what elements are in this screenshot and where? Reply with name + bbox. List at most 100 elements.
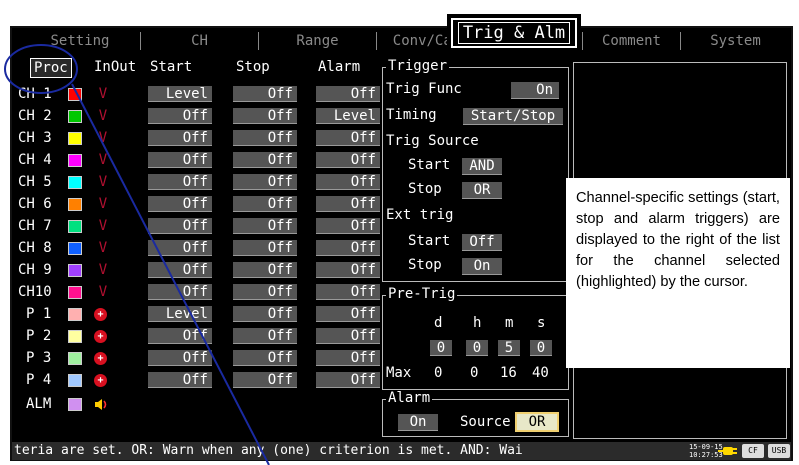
tab-system[interactable]: System: [680, 32, 790, 50]
alarm-field[interactable]: Off: [316, 196, 380, 212]
stop-trigger-field[interactable]: Off: [233, 328, 297, 344]
stop-trigger-field[interactable]: Off: [233, 240, 297, 256]
start-trigger-field[interactable]: Off: [148, 372, 212, 388]
stop-trigger-field[interactable]: Off: [233, 350, 297, 366]
trig-func-field[interactable]: On: [511, 82, 559, 99]
alarm-field[interactable]: Off: [316, 350, 380, 366]
pulse-color-swatch: [68, 308, 82, 321]
stop-trigger-field[interactable]: Off: [233, 262, 297, 278]
stop-trigger-field[interactable]: Off: [233, 86, 297, 102]
start-trigger-field[interactable]: Off: [148, 328, 212, 344]
alarm-enable-field[interactable]: On: [398, 414, 438, 431]
start-trigger-field[interactable]: Off: [148, 152, 212, 168]
inout-v-icon: V: [98, 218, 108, 234]
inout-v-icon: V: [98, 240, 108, 256]
channel-name: CH10: [18, 284, 52, 300]
alarm-field[interactable]: Off: [316, 262, 380, 278]
channel-color-swatch: [68, 88, 82, 101]
ext-start-field[interactable]: Off: [462, 234, 502, 251]
channel-name: CH 4: [18, 152, 52, 168]
start-trigger-field[interactable]: Off: [148, 350, 212, 366]
trig-func-label: Trig Func: [386, 81, 462, 97]
alarm-field[interactable]: Off: [316, 218, 380, 234]
pretrig-seconds-field[interactable]: 0: [530, 340, 552, 356]
start-trigger-field[interactable]: Off: [148, 240, 212, 256]
ext-stop-label: Stop: [408, 257, 442, 273]
alarm-field[interactable]: Off: [316, 86, 380, 102]
pulse-row[interactable]: P 4 + Off Off Off: [18, 370, 388, 390]
pretrig-hours-field[interactable]: 0: [466, 340, 488, 356]
alarm-source-field[interactable]: OR: [515, 412, 559, 432]
plus-icon: +: [94, 352, 107, 365]
channel-row[interactable]: CH 8 V Off Off Off: [18, 238, 388, 258]
stop-trigger-field[interactable]: Off: [233, 196, 297, 212]
tab-ch[interactable]: CH: [140, 32, 258, 50]
source-start-field[interactable]: AND: [462, 158, 502, 175]
pretrig-max-days: 0: [434, 365, 443, 381]
start-trigger-field[interactable]: Off: [148, 218, 212, 234]
start-trigger-field[interactable]: Off: [148, 174, 212, 190]
start-trigger-field[interactable]: Off: [148, 262, 212, 278]
stop-trigger-field[interactable]: Off: [233, 108, 297, 124]
channel-row[interactable]: CH 2 V Off Off Level: [18, 106, 388, 126]
pretrig-unit-s: s: [537, 315, 546, 331]
channel-row[interactable]: CH 6 V Off Off Off: [18, 194, 388, 214]
start-trigger-field[interactable]: Off: [148, 284, 212, 300]
pulse-row[interactable]: P 2 + Off Off Off: [18, 326, 388, 346]
stop-trigger-field[interactable]: Off: [233, 130, 297, 146]
plus-icon: +: [94, 308, 107, 321]
stop-trigger-field[interactable]: Off: [233, 174, 297, 190]
start-trigger-field[interactable]: Off: [148, 196, 212, 212]
channel-row[interactable]: CH 4 V Off Off Off: [18, 150, 388, 170]
status-bar: teria are set. OR: Warn when any (one) c…: [12, 442, 791, 460]
alarm-field[interactable]: Level: [316, 108, 380, 124]
timing-field[interactable]: Start/Stop: [463, 108, 563, 125]
tab-setting[interactable]: Setting: [20, 32, 140, 50]
alm-row[interactable]: ALM: [18, 394, 388, 414]
alarm-field[interactable]: Off: [316, 174, 380, 190]
stop-trigger-field[interactable]: Off: [233, 306, 297, 322]
alarm-field[interactable]: Off: [316, 372, 380, 388]
inout-v-icon: V: [98, 152, 108, 168]
alarm-field[interactable]: Off: [316, 328, 380, 344]
alarm-field[interactable]: Off: [316, 306, 380, 322]
ext-stop-field[interactable]: On: [462, 258, 502, 275]
plus-icon: +: [94, 374, 107, 387]
trig-source-label: Trig Source: [386, 133, 479, 149]
pulse-row[interactable]: P 3 + Off Off Off: [18, 348, 388, 368]
alarm-field[interactable]: Off: [316, 152, 380, 168]
source-stop-field[interactable]: OR: [462, 182, 502, 199]
channel-row[interactable]: CH 7 V Off Off Off: [18, 216, 388, 236]
channel-row[interactable]: CH 5 V Off Off Off: [18, 172, 388, 192]
start-trigger-field[interactable]: Level: [148, 86, 212, 102]
channel-name: CH 1: [18, 86, 52, 102]
source-start-label: Start: [408, 157, 451, 173]
stop-trigger-field[interactable]: Off: [233, 218, 297, 234]
alarm-field[interactable]: Off: [316, 284, 380, 300]
channel-row[interactable]: CH 1 V Level Off Off: [18, 84, 388, 104]
stop-trigger-field[interactable]: Off: [233, 284, 297, 300]
channel-row[interactable]: CH 3 V Off Off Off: [18, 128, 388, 148]
alarm-field[interactable]: Off: [316, 130, 380, 146]
tab-trig-alm-label: Trig & Alm: [457, 22, 571, 44]
alarm-title: Alarm: [386, 390, 433, 406]
pretrig-days-field[interactable]: 0: [430, 340, 452, 356]
pretrig-minutes-field[interactable]: 5: [498, 340, 520, 356]
tab-range[interactable]: Range: [258, 32, 376, 50]
annotation-note: Channel-specific settings (start, stop a…: [566, 178, 790, 368]
start-trigger-field[interactable]: Off: [148, 108, 212, 124]
stop-trigger-field[interactable]: Off: [233, 152, 297, 168]
tab-comment[interactable]: Comment: [582, 32, 680, 50]
tab-trig-alm[interactable]: Trig & Alm: [447, 14, 581, 52]
start-trigger-field[interactable]: Off: [148, 130, 212, 146]
timing-label: Timing: [386, 107, 437, 123]
channel-row[interactable]: CH 9 V Off Off Off: [18, 260, 388, 280]
stop-trigger-field[interactable]: Off: [233, 372, 297, 388]
alarm-field[interactable]: Off: [316, 240, 380, 256]
channel-row[interactable]: CH10 V Off Off Off: [18, 282, 388, 302]
proc-header[interactable]: Proc: [30, 58, 72, 78]
start-trigger-field[interactable]: Level: [148, 306, 212, 322]
status-message: teria are set. OR: Warn when any (one) c…: [14, 443, 523, 458]
pulse-row[interactable]: P 1 + Level Off Off: [18, 304, 388, 324]
source-stop-label: Stop: [408, 181, 442, 197]
